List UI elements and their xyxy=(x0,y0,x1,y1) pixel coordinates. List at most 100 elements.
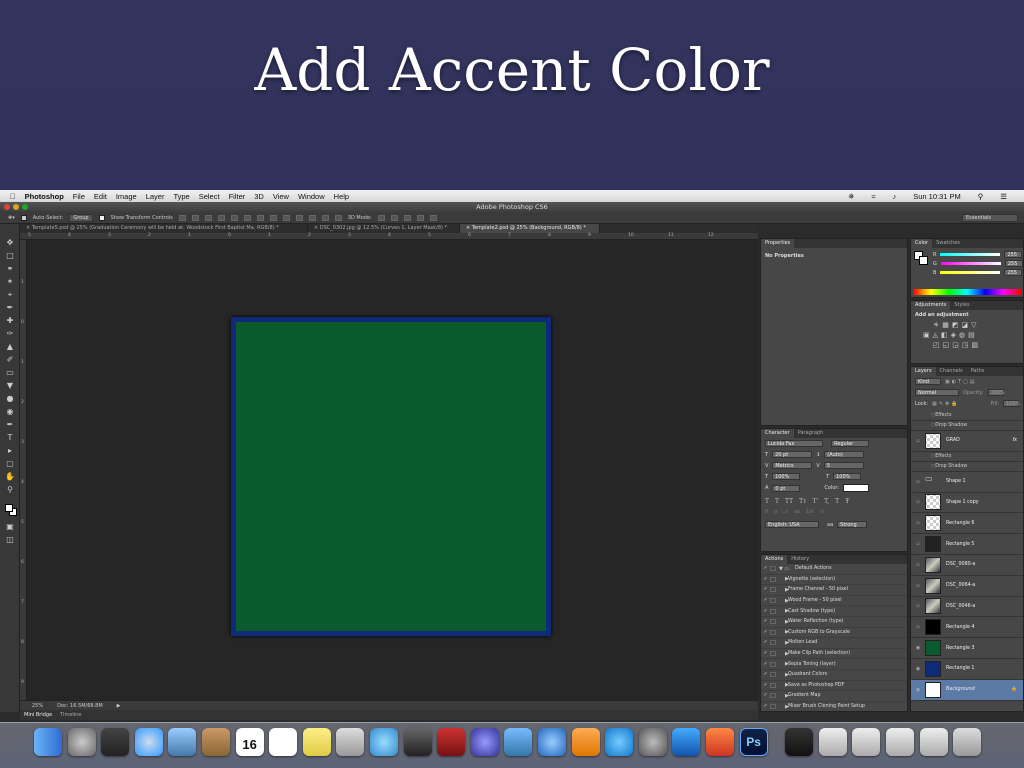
fractions-icon[interactable]: ½ xyxy=(820,509,825,515)
zoom-window-button[interactable] xyxy=(22,204,28,210)
menu-layer[interactable]: Layer xyxy=(146,192,165,201)
layer-row[interactable]: ▫ Shape 1 copy xyxy=(911,493,1023,514)
adjustment-icons-row1[interactable]: ☀▦◩◪▽ xyxy=(911,320,1023,330)
move-tool-preset-icon[interactable]: ✥▾ xyxy=(8,215,15,221)
r-value[interactable]: 255 xyxy=(1004,251,1023,258)
adjustment-icons-row3[interactable]: ◰◱◲◳▨ xyxy=(911,340,1023,350)
action-dialog-toggle[interactable] xyxy=(770,682,776,688)
ligatures-icon[interactable]: fi xyxy=(765,509,768,515)
pen-tool-icon[interactable]: ✒ xyxy=(5,420,15,429)
swash-icon[interactable]: 𝒜 xyxy=(783,509,788,515)
tab-channels[interactable]: Channels xyxy=(936,367,967,376)
opacity-field[interactable]: 100% xyxy=(987,389,1005,396)
b-slider[interactable] xyxy=(940,271,1001,274)
layer-effect-row[interactable]: ◌ Effects xyxy=(911,411,1023,421)
action-enabled-check[interactable]: ✓ xyxy=(761,651,770,656)
action-dialog-toggle[interactable] xyxy=(770,651,776,657)
action-expand-icon[interactable]: ▶ xyxy=(779,608,789,614)
tab-paragraph[interactable]: Paragraph xyxy=(794,429,828,438)
3d-drag-icon[interactable] xyxy=(403,214,411,221)
visibility-eye-icon[interactable]: ◉ xyxy=(911,666,925,672)
garageband-icon[interactable] xyxy=(785,728,814,756)
action-expand-icon[interactable]: ▶ xyxy=(779,682,789,688)
zoom-tool-icon[interactable]: ⚲ xyxy=(5,485,15,494)
show-transform-checkbox[interactable] xyxy=(98,214,105,221)
layer-filter-icons[interactable]: ▣◐T▢▤ xyxy=(945,379,977,385)
action-expand-icon[interactable]: ▶ xyxy=(779,629,789,635)
action-item[interactable]: ✓ ▶ Quadrant Colors xyxy=(761,670,907,681)
action-enabled-check[interactable]: ✓ xyxy=(761,566,770,571)
visibility-eye-icon[interactable]: ▫ xyxy=(911,541,925,547)
minimize-window-button[interactable] xyxy=(13,204,19,210)
hand-tool-icon[interactable]: ✋ xyxy=(5,472,15,481)
tab-styles[interactable]: Styles xyxy=(950,301,973,310)
mission-control-icon[interactable] xyxy=(101,728,130,756)
tab-paths[interactable]: Paths xyxy=(967,367,989,376)
vertical-scale-field[interactable]: 100% xyxy=(772,473,801,480)
wifi-icon[interactable]: ≈ xyxy=(871,192,875,201)
3d-rotate-icon[interactable] xyxy=(377,214,385,221)
action-enabled-check[interactable]: ✓ xyxy=(761,609,770,614)
action-enabled-check[interactable]: ✓ xyxy=(761,577,770,582)
action-item[interactable]: ✓ ▶ Frame Channel - 50 pixel xyxy=(761,585,907,596)
action-expand-icon[interactable]: ▶ xyxy=(779,619,789,625)
action-enabled-check[interactable]: ✓ xyxy=(761,598,770,603)
action-expand-icon[interactable]: ▶ xyxy=(779,587,789,593)
menu-select[interactable]: Select xyxy=(199,192,220,201)
action-item[interactable]: ✓ ▶ Vignette (selection) xyxy=(761,575,907,586)
visibility-eye-icon[interactable]: ▫ xyxy=(911,603,925,609)
close-window-button[interactable] xyxy=(4,204,10,210)
action-enabled-check[interactable]: ✓ xyxy=(761,693,770,698)
action-dialog-toggle[interactable] xyxy=(770,566,776,572)
horizontal-scale-field[interactable]: 100% xyxy=(833,473,862,480)
superscript-icon[interactable]: T' xyxy=(812,498,818,505)
tab-template5[interactable]: × Template5.psd @ 25% (Graduation Ceremo… xyxy=(20,224,308,233)
action-dialog-toggle[interactable] xyxy=(770,629,776,635)
color-spectrum[interactable] xyxy=(913,289,1021,295)
reminders-icon[interactable] xyxy=(269,728,298,756)
menu-filter[interactable]: Filter xyxy=(229,192,246,201)
mail-icon[interactable] xyxy=(168,728,197,756)
spotlight-search-icon[interactable]: ⚲ xyxy=(978,192,984,201)
tab-layers[interactable]: Layers xyxy=(911,367,936,376)
visibility-eye-icon[interactable]: ◉ xyxy=(911,687,925,693)
tracking-field[interactable]: 5 xyxy=(823,462,864,469)
iphoto-icon[interactable] xyxy=(504,728,533,756)
g-value[interactable]: 255 xyxy=(1004,260,1023,267)
visibility-eye-icon[interactable]: ▫ xyxy=(911,499,925,505)
notes-icon[interactable] xyxy=(302,728,331,756)
visibility-eye-icon[interactable]: ▫ xyxy=(911,520,925,526)
action-dialog-toggle[interactable] xyxy=(770,704,776,710)
action-dialog-toggle[interactable] xyxy=(770,608,776,614)
action-expand-icon[interactable]: ▶ xyxy=(779,598,789,604)
layer-row[interactable]: ▫ GRAD fx xyxy=(911,431,1023,452)
tab-template2[interactable]: × Template2.psd @ 25% (Background, RGB/8… xyxy=(460,224,600,233)
photoshop-icon[interactable]: Ps xyxy=(739,728,768,756)
tab-actions[interactable]: Actions xyxy=(761,555,788,564)
move-tool-icon[interactable]: ✥ xyxy=(5,238,15,247)
bluetooth-icon[interactable]: ✵ xyxy=(848,192,854,201)
background-color-swatch[interactable] xyxy=(919,256,928,265)
action-enabled-check[interactable]: ✓ xyxy=(761,619,770,624)
calendar-icon[interactable]: 16 xyxy=(235,728,264,756)
tab-character[interactable]: Character xyxy=(761,429,794,438)
tab-dsc-0302[interactable]: × DSC_0302.jpg @ 12.5% (Curves 1, Layer … xyxy=(308,224,460,233)
align-bottom-icon[interactable] xyxy=(204,214,212,221)
clone-stamp-tool-icon[interactable]: ▲ xyxy=(5,342,15,351)
workspace-switcher[interactable]: Essentials xyxy=(962,213,1018,222)
3d-roll-icon[interactable] xyxy=(390,214,398,221)
zoom-level[interactable]: 25% xyxy=(32,703,43,709)
distribute-hcenter-icon[interactable] xyxy=(308,214,316,221)
type-tool-icon[interactable]: T xyxy=(5,433,15,442)
trash-icon[interactable] xyxy=(953,728,982,756)
faux-italic-icon[interactable]: T xyxy=(775,498,779,505)
visibility-eye-icon[interactable]: ▫ xyxy=(911,438,925,444)
distribute-vcenter-icon[interactable] xyxy=(269,214,277,221)
powerpoint-icon[interactable] xyxy=(706,728,734,756)
distribute-bottom-icon[interactable] xyxy=(282,214,290,221)
history-brush-tool-icon[interactable]: ✐ xyxy=(5,355,15,364)
strikethrough-icon[interactable]: Ŧ xyxy=(845,498,849,505)
healing-brush-tool-icon[interactable]: ✚ xyxy=(5,316,15,325)
menu-file[interactable]: File xyxy=(73,192,85,201)
action-enabled-check[interactable]: ✓ xyxy=(761,587,770,592)
